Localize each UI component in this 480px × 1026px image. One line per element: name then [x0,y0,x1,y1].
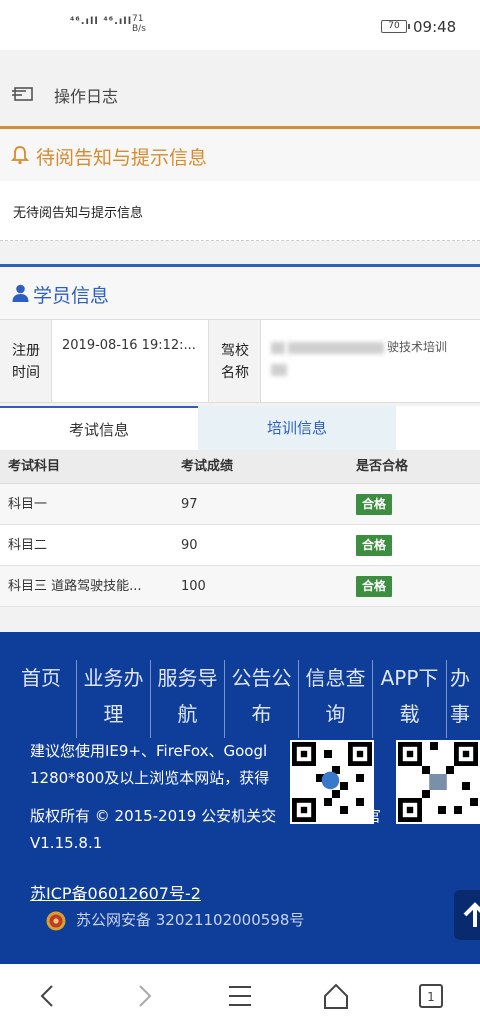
operation-log-label: 操作日志 [54,87,119,106]
footer-nav-query[interactable]: 信息查询 [298,660,372,738]
page: ⁴⁶.ıll ⁴⁶.ıll 71 B/s 70 09:48 操作日志 待阅告知与… [0,0,480,1026]
header-score: 考试成绩 [181,459,234,474]
notice-header: 待阅告知与提示信息 [0,129,480,181]
table-row: 科目三 道路驾驶技能... 100 合格 [0,566,480,607]
table-row: 科目二 90 合格 [0,525,480,566]
pass-badge: 合格 [356,576,393,597]
school-value: 驶技术培训 [271,336,479,380]
redacted-text [271,363,287,376]
tab-training-info[interactable]: 培训信息 [198,406,396,450]
footer-nav: 首页 业务办理 服务导航 公告公布 信息查询 APP下载 办事 [0,660,480,738]
student-info-table: 注册时间 2019-08-16 19:12:... 驾校名称 驶技术培训 [0,319,480,403]
back-to-top-button[interactable] [454,890,480,940]
notice-body: 无待阅告知与提示信息 [0,181,480,241]
notice-empty-text: 无待阅告知与提示信息 [13,206,144,221]
school-label-cell: 驾校名称 [209,320,261,402]
battery-icon: 70 [381,20,410,33]
table-row: 科目一 97 合格 [0,484,480,525]
qr-code-wechat[interactable] [396,740,480,824]
home-icon[interactable] [321,982,351,1010]
redacted-text [271,341,285,354]
qr-code-icon [398,742,478,822]
header-subject: 考试科目 [8,459,61,474]
footer-nav-home[interactable]: 首页 [8,660,74,738]
tab-exam-info[interactable]: 考试信息 [0,406,198,450]
net-speed: 71 B/s [132,14,146,34]
site-footer: 首页 业务办理 服务导航 公告公布 信息查询 APP下载 办事 建议您使用IE9… [0,632,480,964]
footer-nav-service[interactable]: 服务导航 [150,660,224,738]
school-label: 驾校名称 [221,343,249,381]
exam-score: 97 [181,497,198,512]
back-icon[interactable] [33,982,63,1010]
menu-icon[interactable] [225,982,255,1010]
school-value-visible: 驶技术培训 [387,340,448,354]
browser-tip-text: 建议您使用IE9+、FireFox、Googl [30,742,268,760]
pass-badge: 合格 [356,535,393,556]
exam-subject: 科目一 [8,497,48,512]
qr-code-app[interactable] [290,740,374,824]
school-value-cell: 驶技术培训 [261,320,480,402]
clock: 09:48 [413,18,457,36]
footer-nav-business[interactable]: 业务办理 [76,660,150,738]
tab-spacer [396,406,480,450]
police-badge-icon [46,911,66,931]
operation-log-row[interactable]: 操作日志 [0,64,480,126]
forward-icon[interactable] [129,982,159,1010]
bell-icon [11,146,29,165]
reg-time-label-cell: 注册时间 [0,320,52,402]
exam-score: 100 [181,579,206,594]
svg-text:1: 1 [427,990,435,1004]
signal-icon: ⁴⁶.ıll ⁴⁶.ıll [70,16,133,27]
redacted-text [288,341,384,354]
exam-subject: 科目三 道路驾驶技能... [8,579,142,594]
exam-score: 90 [181,538,198,553]
exam-table: 考试科目 考试成绩 是否合格 科目一 97 合格 科目二 90 合格 科目三 道… [0,450,480,607]
user-icon [12,284,29,302]
pass-badge: 合格 [356,494,393,515]
info-tabs: 考试信息 培训信息 [0,406,480,450]
footer-nav-notice[interactable]: 公告公布 [224,660,298,738]
icp-link[interactable]: 苏ICP备06012607号-2 [30,880,201,904]
log-icon [12,87,33,101]
footer-nav-office[interactable]: 办事 [446,660,480,738]
status-bar: ⁴⁶.ıll ⁴⁶.ıll 71 B/s 70 09:48 [0,0,480,50]
student-title: 学员信息 [33,285,110,307]
browser-bottom-bar: 1 [0,964,480,1026]
student-header: 学员信息 [0,267,480,319]
footer-copyright: 版权所有 © 2015-2019 公安机关交官 [30,805,381,826]
reg-time-value: 2019-08-16 19:12:... [62,338,196,353]
exam-subject: 科目二 [8,538,48,553]
reg-time-value-cell: 2019-08-16 19:12:... [52,320,209,402]
reg-time-label: 注册时间 [12,343,40,381]
net-speed-value: 71 [132,14,144,24]
footer-browser-tip-1: 建议您使用IE9+、FireFox、Googl分 [30,740,373,761]
footer-version: V1.15.8.1 [30,834,103,852]
qr-code-icon [292,742,372,822]
police-record-link[interactable]: 苏公网安备 32021102000598号 [76,909,304,930]
exam-table-header: 考试科目 考试成绩 是否合格 [0,450,480,484]
footer-browser-tip-2: 1280*800及以上浏览本网站，获得 [30,769,270,787]
header-pass: 是否合格 [356,459,409,474]
notice-title: 待阅告知与提示信息 [36,147,208,169]
net-speed-unit: B/s [132,24,146,34]
copyright-text: 版权所有 © 2015-2019 公安机关交 [30,807,277,825]
tabs-icon[interactable]: 1 [416,982,446,1010]
arrow-up-icon [463,902,480,927]
footer-nav-app[interactable]: APP下载 [372,660,446,738]
